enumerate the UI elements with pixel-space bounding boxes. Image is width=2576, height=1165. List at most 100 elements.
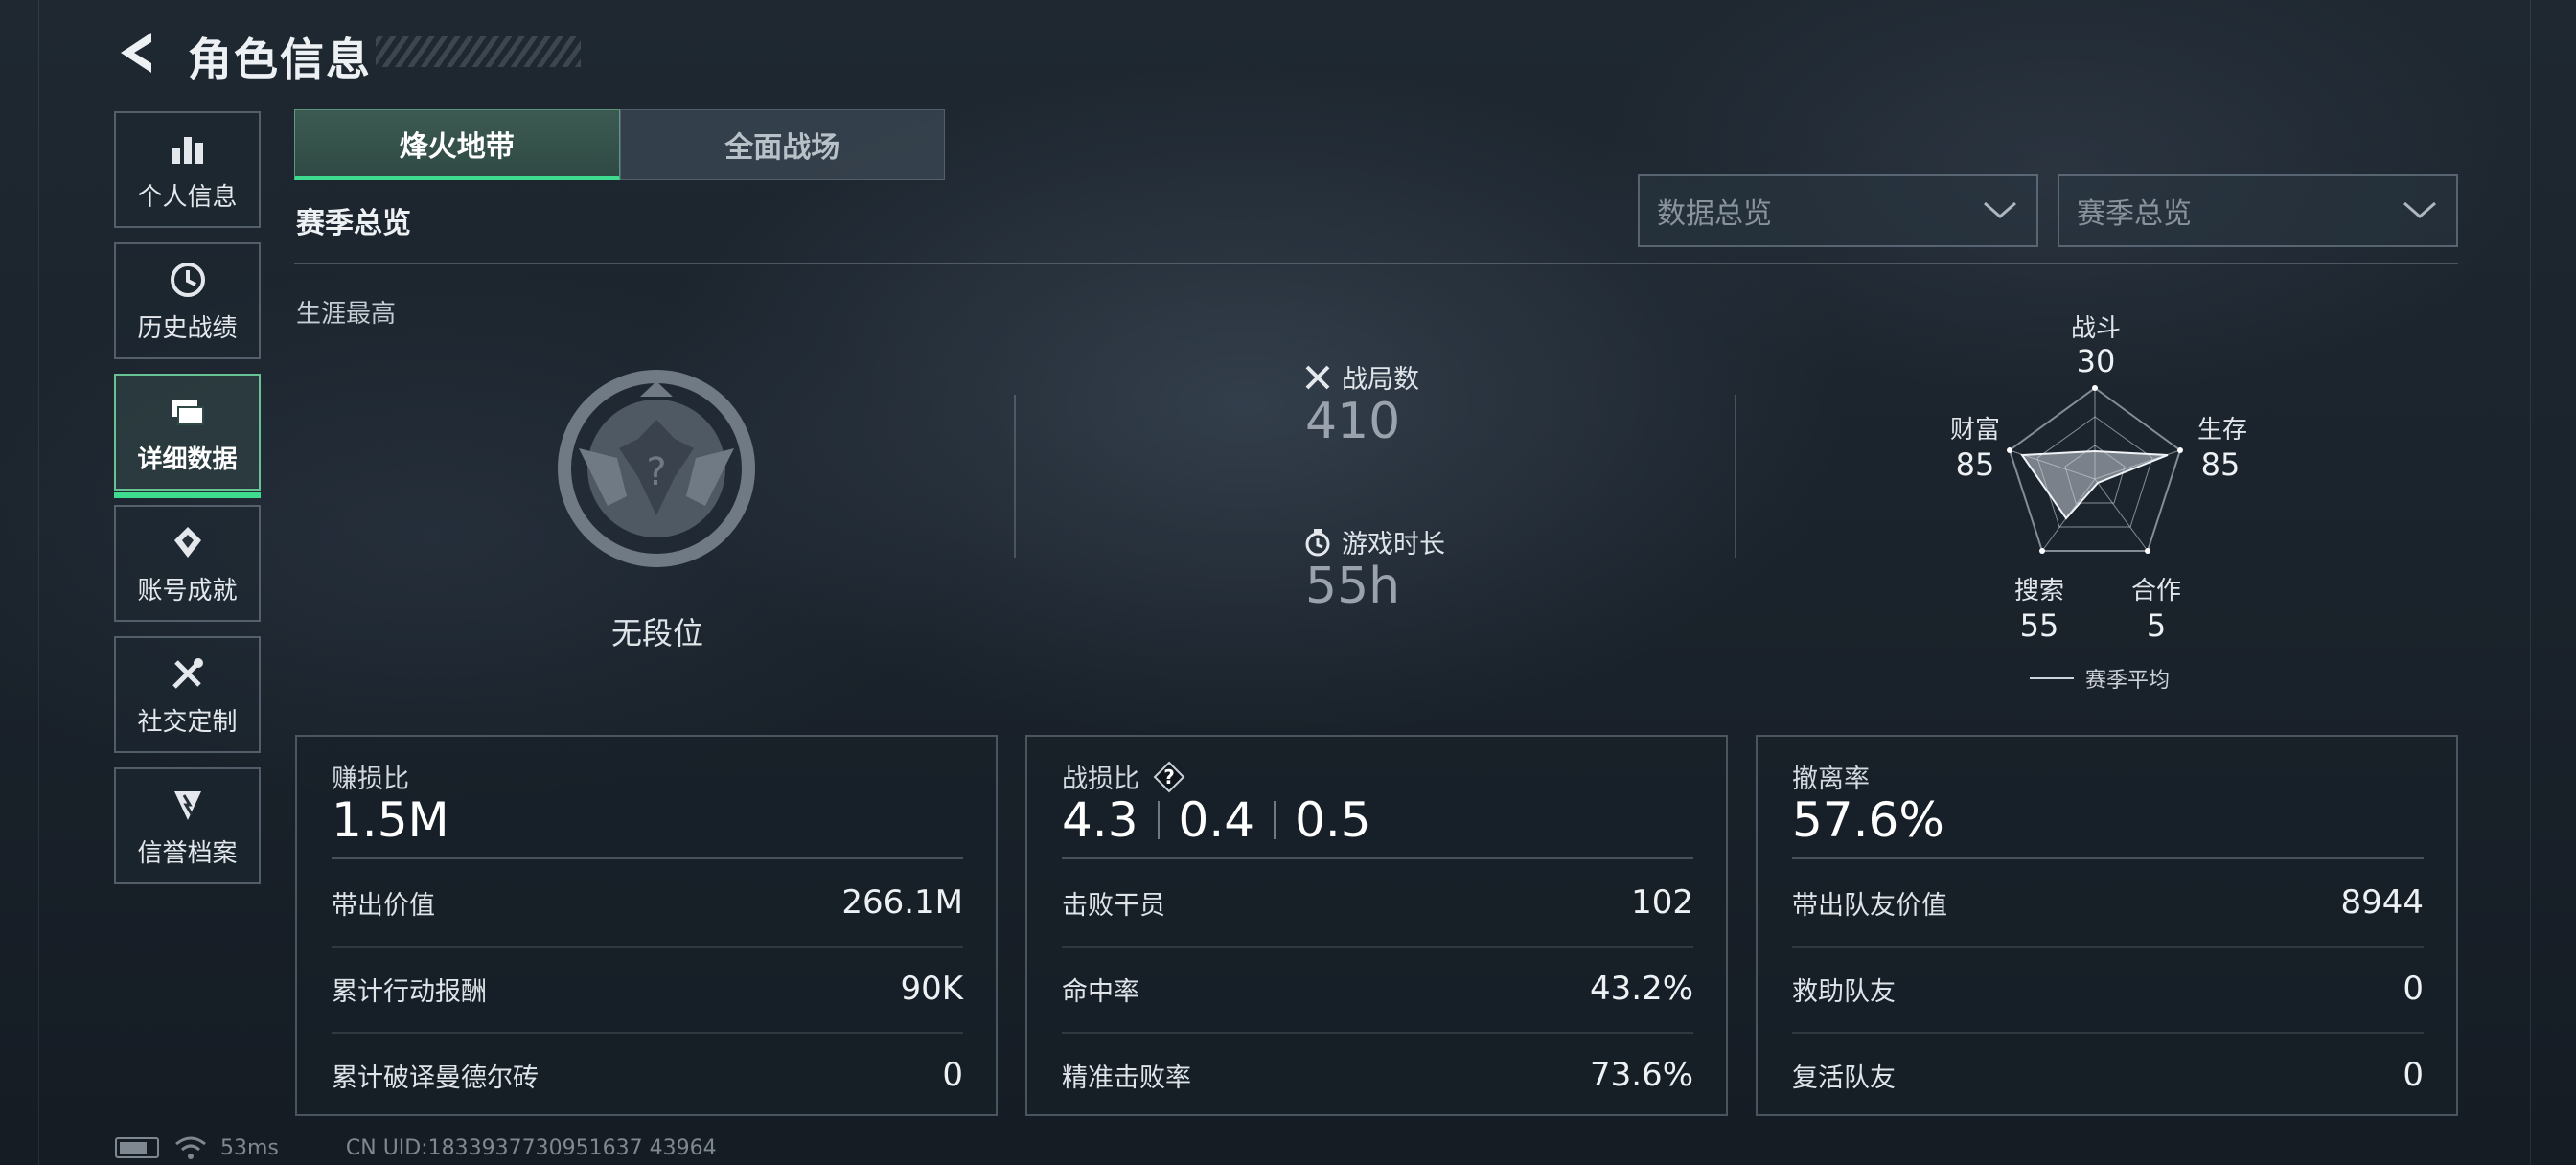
sidebar-item-detail-data[interactable]: 详细数据 xyxy=(114,374,261,498)
achievement-icon xyxy=(167,521,209,563)
help-icon[interactable]: ? xyxy=(1153,761,1185,793)
vertical-divider xyxy=(1014,395,1016,558)
bar-chart-icon xyxy=(167,127,209,170)
kd-value-2: 0.4 xyxy=(1178,792,1255,848)
stat-key: 精准击败率 xyxy=(1062,1062,1191,1093)
matches-heading: 战局数 xyxy=(1303,358,1419,396)
title-decoration xyxy=(376,36,581,67)
radar-label-survival: 生存 xyxy=(2196,416,2247,445)
sidebar-item-achievements[interactable]: 账号成就 xyxy=(114,505,261,622)
rank-emblem-icon: ? xyxy=(550,362,763,575)
chevron-down-icon xyxy=(2404,201,2436,218)
history-clock-icon xyxy=(167,259,209,301)
stat-key: 击败干员 xyxy=(1062,890,1165,921)
stopwatch-icon xyxy=(1305,528,1330,556)
mode-tabs: 烽火地带 全面战场 xyxy=(294,109,945,180)
kd-values: 4.3 0.4 0.5 xyxy=(1062,792,1371,848)
stat-row: 累计行动报酬 90K xyxy=(332,946,963,1032)
crossed-swords-icon xyxy=(1305,365,1330,389)
status-bar: 53ms CN UID:1833937730951637 43964 xyxy=(115,1134,717,1161)
stat-row: 救助队友 0 xyxy=(1792,946,2424,1032)
vertical-divider xyxy=(1735,395,1736,558)
radar-legend: 赛季平均 xyxy=(2030,663,2170,694)
stat-key: 救助队友 xyxy=(1792,976,1896,1007)
value-separator xyxy=(1274,801,1276,839)
legend-line xyxy=(2030,677,2074,679)
stat-row: 累计破译曼德尔砖 0 xyxy=(332,1032,963,1118)
frame-line-right xyxy=(2530,0,2531,1165)
frame-line-left xyxy=(38,0,39,1165)
stat-key: 命中率 xyxy=(1062,976,1139,1007)
back-arrow-icon xyxy=(121,33,151,73)
card-title: 赚损比 xyxy=(332,765,409,794)
playtime-value: 55h xyxy=(1305,558,1401,615)
wifi-icon xyxy=(175,1136,206,1159)
season-dropdown[interactable]: 赛季总览 xyxy=(2058,174,2458,247)
stat-row: 带出价值 266.1M xyxy=(332,859,963,946)
section-title: 赛季总览 xyxy=(296,207,411,240)
radar-label-combat: 战斗 xyxy=(2070,314,2121,343)
stat-row: 命中率 43.2% xyxy=(1062,946,1693,1032)
career-best-label: 生涯最高 xyxy=(296,300,397,329)
sidebar-item-label: 社交定制 xyxy=(137,707,238,737)
card-main-value: 1.5M xyxy=(332,792,449,848)
stat-value: 73.6% xyxy=(1589,1056,1693,1094)
radar-value-combat: 30 xyxy=(2076,343,2116,379)
radar-value-survival: 85 xyxy=(2200,446,2241,483)
kd-value-1: 4.3 xyxy=(1062,792,1138,848)
data-cards-icon xyxy=(167,390,209,432)
rank-name: 无段位 xyxy=(610,615,703,651)
card-title-wrap: 战损比 ? xyxy=(1062,758,1185,795)
radar-label-cooperation: 合作 xyxy=(2130,577,2181,605)
chevron-down-icon xyxy=(1984,201,2016,218)
value-separator xyxy=(1157,801,1160,839)
svg-text:?: ? xyxy=(646,450,666,494)
battery-icon xyxy=(115,1137,159,1158)
kd-value-3: 0.5 xyxy=(1295,792,1371,848)
data-type-dropdown[interactable]: 数据总览 xyxy=(1638,174,2038,247)
stat-key: 带出价值 xyxy=(332,890,435,921)
sidebar-item-history[interactable]: 历史战绩 xyxy=(114,242,261,359)
stat-value: 266.1M xyxy=(841,883,963,922)
tools-icon xyxy=(167,652,209,695)
stat-key: 复活队友 xyxy=(1792,1062,1896,1093)
stat-row: 复活队友 0 xyxy=(1792,1032,2424,1118)
player-uid: CN UID:1833937730951637 43964 xyxy=(345,1135,717,1160)
sidebar-item-label: 详细数据 xyxy=(137,445,238,474)
kd-card: 战损比 ? 4.3 0.4 0.5 击败干员 102 命中率 43.2% 精准击… xyxy=(1025,735,1728,1116)
page-title: 角色信息 xyxy=(188,34,372,85)
svg-text:?: ? xyxy=(1163,765,1175,788)
card-title: 战损比 xyxy=(1062,765,1139,794)
stat-row: 击败干员 102 xyxy=(1062,859,1693,946)
stat-row: 带出队友价值 8944 xyxy=(1792,859,2424,946)
sidebar-item-profile[interactable]: 个人信息 xyxy=(114,111,261,228)
dropdown-value: 赛季总览 xyxy=(2077,197,2192,231)
stat-key: 带出队友价值 xyxy=(1792,890,1947,921)
matches-value: 410 xyxy=(1305,393,1401,450)
stat-value: 0 xyxy=(942,1056,963,1094)
profit-card: 赚损比 1.5M 带出价值 266.1M 累计行动报酬 90K 累计破译曼德尔砖… xyxy=(295,735,998,1116)
legend-label: 赛季平均 xyxy=(2085,669,2171,693)
stat-value: 0 xyxy=(2403,1056,2424,1094)
extraction-card: 撤离率 57.6% 带出队友价值 8944 救助队友 0 复活队友 0 xyxy=(1756,735,2458,1116)
sidebar-item-label: 历史战绩 xyxy=(137,313,238,343)
sidebar-item-label: 信誉档案 xyxy=(137,838,238,868)
radar-value-search: 55 xyxy=(2019,607,2059,644)
card-title: 撤离率 xyxy=(1792,765,1870,794)
tab-hazard-zone[interactable]: 烽火地带 xyxy=(294,109,620,180)
stat-value: 8944 xyxy=(2340,883,2424,922)
radar-label-search: 搜索 xyxy=(2013,577,2064,605)
sidebar-item-social[interactable]: 社交定制 xyxy=(114,636,261,753)
sidebar-item-credibility[interactable]: 信誉档案 xyxy=(114,767,261,884)
radar-value-cooperation: 5 xyxy=(2146,607,2167,644)
stat-row: 精准击败率 73.6% xyxy=(1062,1032,1693,1118)
stat-value: 43.2% xyxy=(1589,970,1693,1008)
card-main-value: 57.6% xyxy=(1792,792,1944,848)
playtime-heading: 游戏时长 xyxy=(1303,523,1445,560)
tab-full-battlefield[interactable]: 全面战场 xyxy=(619,109,945,180)
stat-value: 102 xyxy=(1631,883,1693,922)
sidebar-item-label: 个人信息 xyxy=(137,182,238,212)
stat-value: 0 xyxy=(2403,970,2424,1008)
back-button[interactable] xyxy=(113,27,165,79)
playtime-label: 游戏时长 xyxy=(1342,530,1445,560)
